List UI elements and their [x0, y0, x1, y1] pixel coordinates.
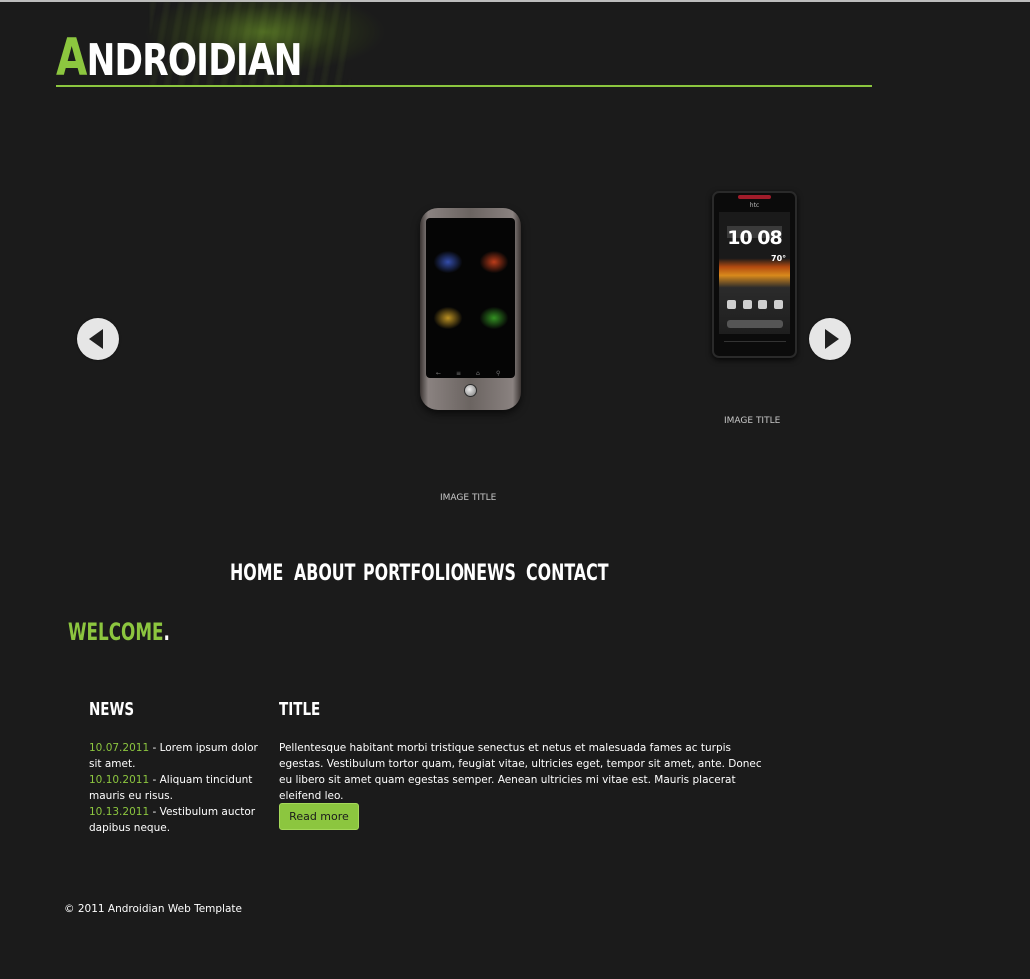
article-title: TITLE: [279, 699, 321, 720]
welcome-text: WELCOME: [68, 618, 164, 646]
slide-caption: IMAGE TITLE: [440, 493, 497, 503]
phone-app-icons: [727, 300, 783, 310]
nav-contact[interactable]: CONTACT: [526, 560, 609, 588]
nav-portfolio[interactable]: PORTFOLIO: [363, 560, 464, 588]
news-date[interactable]: 10.10.2011: [89, 774, 149, 786]
phone-nav-keys-icon: ← ≡ ⌂ ⚲: [436, 370, 500, 376]
news-date[interactable]: 10.13.2011: [89, 806, 149, 818]
site-logo[interactable]: ANDROIDIAN: [56, 32, 303, 86]
news-item: 10.13.2011 - Vestibulum auctor dapibus n…: [89, 804, 259, 836]
welcome-dot: .: [163, 618, 170, 646]
welcome-heading: WELCOME.: [68, 618, 170, 646]
phone-brand: htc: [749, 202, 760, 209]
phone-trackball: [464, 384, 477, 397]
arrow-right-icon: [825, 329, 839, 349]
news-item: 10.07.2011 - Lorem ipsum dolor sit amet.: [89, 740, 259, 772]
phone-dock: [727, 320, 783, 328]
phone-screen: 10 08 70°: [719, 212, 790, 334]
nav-home[interactable]: HOME: [230, 560, 283, 588]
news-item: 10.10.2011 - Aliquam tincidunt mauris eu…: [89, 772, 259, 804]
read-more-button[interactable]: Read more: [279, 803, 359, 830]
phone-speaker: [738, 195, 771, 199]
slide-image-nexus-phone: ← ≡ ⌂ ⚲: [420, 208, 521, 410]
article-body: Pellentesque habitant morbi tristique se…: [279, 742, 762, 802]
phone-clock: 10 08: [727, 226, 783, 250]
logo-text: NDROIDIAN: [86, 35, 303, 86]
slider-next-button[interactable]: [809, 318, 851, 360]
news-list: 10.07.2011 - Lorem ipsum dolor sit amet.…: [89, 740, 259, 836]
logo-first-letter: A: [56, 28, 87, 88]
phone-screen: [426, 218, 515, 378]
header-divider: [56, 85, 872, 87]
svg-text:←: ←: [436, 370, 441, 376]
footer-copyright: © 2011 Androidian Web Template: [64, 903, 242, 915]
arrow-left-icon: [89, 329, 103, 349]
nav-about[interactable]: ABOUT: [294, 560, 355, 588]
svg-text:≡: ≡: [456, 370, 461, 376]
phone-temperature: 70°: [771, 254, 787, 263]
slide-caption: IMAGE TITLE: [724, 416, 781, 426]
svg-text:⌂: ⌂: [476, 370, 480, 376]
slider-prev-button[interactable]: [77, 318, 119, 360]
slide-image-htc-phone: htc 10 08 70°: [712, 191, 797, 358]
news-heading: NEWS: [89, 699, 135, 720]
main-navigation: HOME ABOUT PORTFOLIO NEWS CONTACT: [230, 560, 616, 588]
nav-news[interactable]: NEWS: [463, 560, 516, 588]
phone-hardware-keys: [724, 341, 786, 347]
news-date[interactable]: 10.07.2011: [89, 742, 149, 754]
svg-text:⚲: ⚲: [496, 370, 500, 376]
